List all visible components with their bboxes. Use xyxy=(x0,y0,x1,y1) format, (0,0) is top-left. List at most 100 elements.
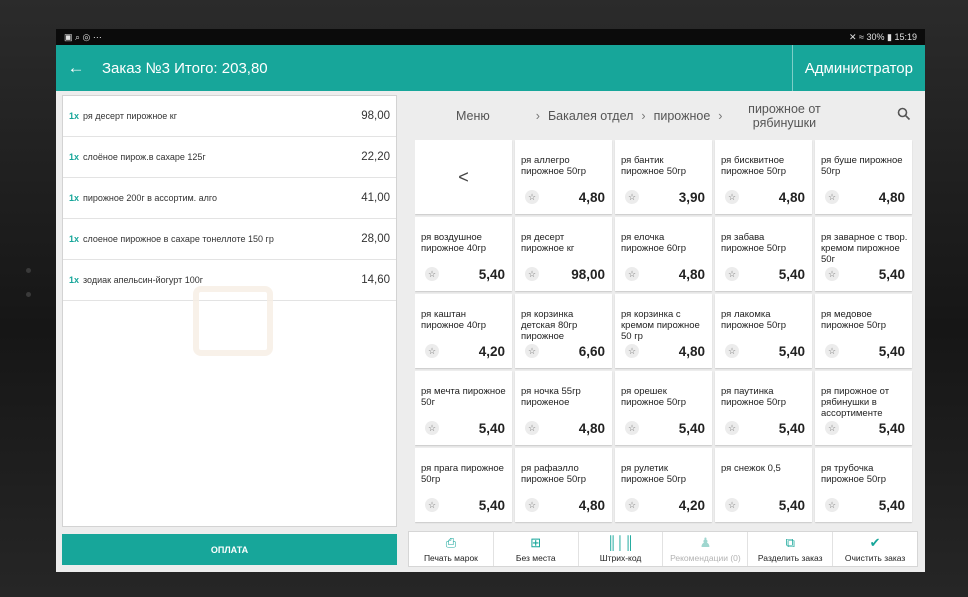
product-tile[interactable]: ря снежок 0,5 ☆ 5,40 xyxy=(715,448,812,522)
star-icon[interactable]: ☆ xyxy=(725,267,739,281)
star-icon[interactable]: ☆ xyxy=(825,190,839,204)
star-icon[interactable]: ☆ xyxy=(625,267,639,281)
toolbar-button-5[interactable]: ⧉ Разделить заказ xyxy=(748,532,834,566)
order-item-price: 14,60 xyxy=(361,274,390,286)
product-tile[interactable]: ря рулетик пирожное 50гр ☆ 4,20 xyxy=(615,448,712,522)
product-name: ря бантик пирожное 50гр xyxy=(621,155,687,177)
toolbar-button-1[interactable]: ⎙ Печать марок xyxy=(409,532,494,566)
product-tile[interactable]: ря пирожное от рябинушки в ассортименте ☆… xyxy=(815,371,912,445)
product-price: 4,80 xyxy=(778,190,805,205)
product-name: ря мечта пирожное 50г xyxy=(421,386,506,408)
product-tile[interactable]: ря елочка пирожное 60гр ☆ 4,80 xyxy=(615,217,712,291)
product-tile[interactable]: ря каштан пирожное 40гр ☆ 4,20 xyxy=(415,294,512,368)
product-tile[interactable]: ря мечта пирожное 50г ☆ 5,40 xyxy=(415,371,512,445)
product-tile[interactable]: ря бантик пирожное 50гр ☆ 3,90 xyxy=(615,140,712,214)
star-icon[interactable]: ☆ xyxy=(725,421,739,435)
order-item-text: 1x зодиак апельсин-йогурт 100г xyxy=(69,275,203,285)
product-tile[interactable]: ря паутинка пирожное 50гр ☆ 5,40 xyxy=(715,371,812,445)
star-icon[interactable]: ☆ xyxy=(425,267,439,281)
crumb-cakes[interactable]: пирожное xyxy=(654,109,711,123)
product-tile[interactable]: ря заварное с твор. кремом пирожное 50г ☆… xyxy=(815,217,912,291)
order-item-row[interactable]: 1x ря десерт пирожное кг 98,00 xyxy=(63,96,396,137)
order-item-row[interactable]: 1x пирожное 200г в ассортим. алго 41,00 xyxy=(63,178,396,219)
status-bar: ▣ ⌕ ◎ ⋯ ✕ ≈ 30% ▮ 15:19 xyxy=(56,29,925,45)
product-price: 5,40 xyxy=(878,498,905,513)
star-icon[interactable]: ☆ xyxy=(625,190,639,204)
order-item-name: слоеное пирожное в сахаре тонеллоте 150 … xyxy=(83,234,274,244)
star-icon[interactable]: ☆ xyxy=(425,421,439,435)
grid-icon: ⊞ xyxy=(530,534,542,550)
toolbar-button-6[interactable]: ✔ Очистить заказ xyxy=(833,532,917,566)
star-icon[interactable]: ☆ xyxy=(525,267,539,281)
product-tile[interactable]: ря медовое пирожное 50гр ☆ 5,40 xyxy=(815,294,912,368)
product-tile[interactable]: ря буше пирожное 50гр ☆ 4,80 xyxy=(815,140,912,214)
toolbar-button-3[interactable]: ║│║ Штрих-код xyxy=(579,532,664,566)
star-icon[interactable]: ☆ xyxy=(725,498,739,512)
pay-button[interactable]: ОПЛАТА xyxy=(62,534,397,565)
star-icon[interactable]: ☆ xyxy=(825,267,839,281)
star-icon[interactable]: ☆ xyxy=(625,344,639,358)
back-tile[interactable]: < xyxy=(415,140,512,214)
star-icon[interactable]: ☆ xyxy=(525,190,539,204)
product-tile[interactable]: ря бисквитное пирожное 50гр ☆ 4,80 xyxy=(715,140,812,214)
product-tile[interactable]: ря прага пирожное 50гр ☆ 5,40 xyxy=(415,448,512,522)
toolbar-button-2[interactable]: ⊞ Без места xyxy=(494,532,579,566)
star-icon[interactable]: ☆ xyxy=(525,421,539,435)
product-price: 4,80 xyxy=(578,498,605,513)
product-tile[interactable]: ря воздушное пирожное 40гр ☆ 5,40 xyxy=(415,217,512,291)
order-item-name: ря десерт пирожное кг xyxy=(83,111,178,121)
product-tile[interactable]: ря аллегро пирожное 50гр ☆ 4,80 xyxy=(515,140,612,214)
order-item-text: 1x слоёное пирож.в сахаре 125г xyxy=(69,152,206,162)
product-name: ря корзинка детская 80гр пирожное xyxy=(521,309,578,342)
order-item-row[interactable]: 1x слоеное пирожное в сахаре тонеллоте 15… xyxy=(63,219,396,260)
crumb-current[interactable]: пирожное от рябинушки xyxy=(730,102,838,130)
star-icon[interactable]: ☆ xyxy=(825,421,839,435)
order-item-qty: 1x xyxy=(69,234,80,244)
product-name: ря снежок 0,5 xyxy=(721,463,781,474)
toolbar-label: Очистить заказ xyxy=(844,552,906,563)
order-item-name: пирожное 200г в ассортим. алго xyxy=(83,193,218,203)
star-icon[interactable]: ☆ xyxy=(525,498,539,512)
product-tile[interactable]: ря корзинка детская 80гр пирожное ☆ 6,60 xyxy=(515,294,612,368)
star-icon[interactable]: ☆ xyxy=(425,344,439,358)
star-icon[interactable]: ☆ xyxy=(725,344,739,358)
search-icon[interactable] xyxy=(897,107,911,124)
product-name: ря паутинка пирожное 50гр xyxy=(721,386,787,408)
product-tile[interactable]: ря трубочка пирожное 50гр ☆ 5,40 xyxy=(815,448,912,522)
product-tile[interactable]: ря корзинка с кремом пирожное 50 гр ☆ 4,80 xyxy=(615,294,712,368)
product-tile[interactable]: ря забава пирожное 50гр ☆ 5,40 xyxy=(715,217,812,291)
status-left-icons: ▣ ⌕ ◎ ⋯ xyxy=(64,31,102,42)
order-item-row[interactable]: 1x слоёное пирож.в сахаре 125г 22,20 xyxy=(63,137,396,178)
barcode-icon: ║│║ xyxy=(607,534,634,550)
order-list-panel: 1x ря десерт пирожное кг 98,00 1x слоёное пи… xyxy=(62,95,397,527)
star-icon[interactable]: ☆ xyxy=(525,344,539,358)
product-price: 5,40 xyxy=(878,421,905,436)
product-name: ря воздушное пирожное 40гр xyxy=(421,232,487,254)
product-price: 5,40 xyxy=(478,421,505,436)
star-icon[interactable]: ☆ xyxy=(625,421,639,435)
star-icon[interactable]: ☆ xyxy=(425,498,439,512)
crumb-menu[interactable]: Меню xyxy=(456,109,490,123)
star-icon[interactable]: ☆ xyxy=(825,344,839,358)
toolbar-label: Разделить заказ xyxy=(757,552,823,563)
order-item-price: 98,00 xyxy=(361,110,390,122)
product-tile[interactable]: ря лакомка пирожное 50гр ☆ 5,40 xyxy=(715,294,812,368)
product-price: 5,40 xyxy=(478,267,505,282)
product-name: ря буше пирожное 50гр xyxy=(821,155,903,177)
star-icon[interactable]: ☆ xyxy=(825,498,839,512)
product-tile[interactable]: ря десерт пирожное кг ☆ 98,00 xyxy=(515,217,612,291)
crumb-grocery[interactable]: Бакалея отдел xyxy=(548,109,633,123)
product-price: 4,80 xyxy=(878,190,905,205)
recommend-icon: ♟ xyxy=(699,534,712,550)
product-tile[interactable]: ря рафаэлло пирожное 50гр ☆ 4,80 xyxy=(515,448,612,522)
star-icon[interactable]: ☆ xyxy=(725,190,739,204)
admin-button[interactable]: Администратор xyxy=(791,45,925,91)
star-icon[interactable]: ☆ xyxy=(625,498,639,512)
order-item-price: 22,20 xyxy=(361,151,390,163)
back-arrow-icon[interactable]: ← xyxy=(56,58,96,78)
product-name: ря каштан пирожное 40гр xyxy=(421,309,487,331)
product-tile[interactable]: ря орешек пирожное 50гр ☆ 5,40 xyxy=(615,371,712,445)
product-tile[interactable]: ря ночка 55гр пироженое ☆ 4,80 xyxy=(515,371,612,445)
broom-icon: ✔ xyxy=(869,534,881,550)
order-item-price: 28,00 xyxy=(361,233,390,245)
